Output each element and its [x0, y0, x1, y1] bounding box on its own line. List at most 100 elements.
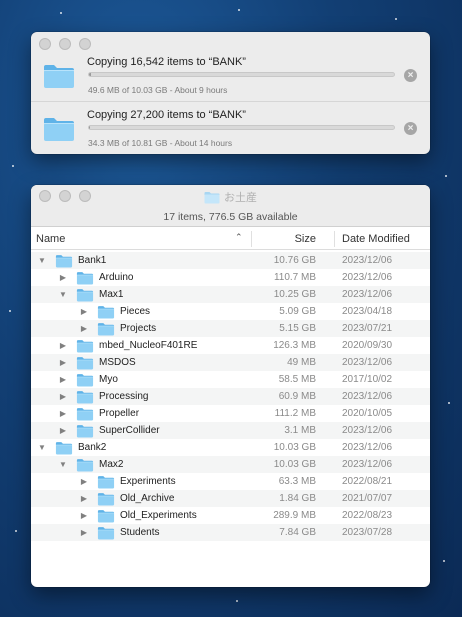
row-size: 126.3 MB — [273, 340, 316, 351]
table-row[interactable]: ▶ Experiments 63.3 MB 2022/08/21 — [31, 473, 430, 490]
table-row[interactable]: ▶ SuperCollider 3.1 MB 2023/12/06 — [31, 422, 430, 439]
table-row[interactable]: ▶ Processing 60.9 MB 2023/12/06 — [31, 388, 430, 405]
column-divider[interactable] — [334, 231, 335, 247]
triangle-right-icon[interactable]: ▶ — [58, 337, 68, 354]
triangle-right-icon[interactable]: ▶ — [79, 303, 89, 320]
triangle-right-icon[interactable]: ▶ — [79, 507, 89, 524]
row-name: Projects — [120, 323, 157, 334]
status-bar: 17 items, 776.5 GB available — [31, 207, 430, 227]
window-title: お土産 — [31, 189, 430, 205]
row-size: 63.3 MB — [278, 476, 316, 487]
row-date: 2022/08/23 — [342, 510, 393, 521]
folder-icon — [44, 118, 74, 141]
column-size[interactable]: Size — [295, 233, 316, 245]
table-row[interactable]: ▼ Max1 10.25 GB 2023/12/06 — [31, 286, 430, 303]
copy-status: 34.3 MB of 10.81 GB - About 14 hours — [88, 138, 233, 148]
triangle-down-icon[interactable]: ▼ — [58, 456, 68, 473]
triangle-right-icon[interactable]: ▶ — [79, 524, 89, 541]
row-date: 2023/12/06 — [342, 391, 393, 402]
copy-title: Copying 27,200 items to “BANK” — [87, 109, 246, 121]
row-date: 2023/12/06 — [342, 255, 393, 266]
row-name: Processing — [99, 391, 149, 402]
table-row[interactable]: ▶ Myo 58.5 MB 2017/10/02 — [31, 371, 430, 388]
table-row[interactable]: ▶ MSDOS 49 MB 2023/12/06 — [31, 354, 430, 371]
row-name: Old_Archive — [120, 493, 175, 504]
row-name: Old_Experiments — [120, 510, 197, 521]
copy-progress-window: Copying 16,542 items to “BANK” 49.6 MB o… — [31, 32, 430, 154]
row-date: 2023/07/28 — [342, 527, 393, 538]
triangle-down-icon[interactable]: ▼ — [37, 439, 47, 456]
triangle-right-icon[interactable]: ▶ — [58, 422, 68, 439]
triangle-right-icon[interactable]: ▶ — [58, 354, 68, 371]
window-controls — [39, 38, 91, 50]
copy-operation: Copying 27,200 items to “BANK” 34.3 MB o… — [31, 103, 430, 154]
row-size: 10.25 GB — [273, 289, 316, 300]
copy-title: Copying 16,542 items to “BANK” — [87, 56, 246, 68]
triangle-right-icon[interactable]: ▶ — [58, 405, 68, 422]
table-row[interactable]: ▶ Pieces 5.09 GB 2023/04/18 — [31, 303, 430, 320]
row-date: 2023/12/06 — [342, 459, 393, 470]
row-date: 2023/12/06 — [342, 272, 393, 283]
triangle-right-icon[interactable]: ▶ — [58, 388, 68, 405]
row-size: 3.1 MB — [284, 425, 316, 436]
row-size: 289.9 MB — [273, 510, 316, 521]
column-header: Name ⌃ Size Date Modified — [31, 228, 430, 250]
column-name[interactable]: Name — [36, 233, 65, 245]
row-date: 2022/08/21 — [342, 476, 393, 487]
copy-status: 49.6 MB of 10.03 GB - About 9 hours — [88, 85, 228, 95]
row-name: Students — [120, 527, 160, 538]
row-name: Max1 — [99, 289, 124, 300]
zoom-window-button[interactable] — [79, 38, 91, 50]
table-row[interactable]: ▶ Projects 5.15 GB 2023/07/21 — [31, 320, 430, 337]
row-date: 2023/12/06 — [342, 442, 393, 453]
triangle-down-icon[interactable]: ▼ — [58, 286, 68, 303]
title-bar[interactable]: お土産 — [31, 185, 430, 207]
stop-icon[interactable]: × — [404, 69, 417, 82]
row-date: 2023/12/06 — [342, 425, 393, 436]
row-name: Experiments — [120, 476, 176, 487]
row-size: 1.84 GB — [279, 493, 316, 504]
table-row[interactable]: ▶ Old_Experiments 289.9 MB 2022/08/23 — [31, 507, 430, 524]
table-row[interactable]: ▶ mbed_NucleoF401RE 126.3 MB 2020/09/30 — [31, 337, 430, 354]
file-list: ▼ Bank1 10.76 GB 2023/12/06 ▶ Arduino 110.7 MB… — [31, 252, 430, 541]
table-row[interactable]: ▶ Propeller 111.2 MB 2020/10/05 — [31, 405, 430, 422]
triangle-right-icon[interactable]: ▶ — [79, 320, 89, 337]
row-name: Max2 — [99, 459, 124, 470]
column-divider[interactable] — [251, 231, 252, 247]
table-row[interactable]: ▼ Bank2 10.03 GB 2023/12/06 — [31, 439, 430, 456]
triangle-down-icon[interactable]: ▼ — [37, 252, 47, 269]
row-name: Pieces — [120, 306, 151, 317]
row-date: 2023/07/21 — [342, 323, 393, 334]
row-size: 10.03 GB — [273, 459, 316, 470]
table-row[interactable]: ▶ Students 7.84 GB 2023/07/28 — [31, 524, 430, 541]
copy-progress-bar — [88, 125, 395, 130]
triangle-right-icon[interactable]: ▶ — [58, 371, 68, 388]
row-date: 2023/12/06 — [342, 357, 393, 368]
triangle-right-icon[interactable]: ▶ — [58, 269, 68, 286]
column-date-modified[interactable]: Date Modified — [342, 233, 410, 245]
triangle-right-icon[interactable]: ▶ — [79, 473, 89, 490]
table-row[interactable]: ▶ Arduino 110.7 MB 2023/12/06 — [31, 269, 430, 286]
chevron-up-icon: ⌃ — [235, 232, 243, 242]
triangle-right-icon[interactable]: ▶ — [79, 490, 89, 507]
table-row[interactable]: ▼ Bank1 10.76 GB 2023/12/06 — [31, 252, 430, 269]
table-row[interactable]: ▼ Max2 10.03 GB 2023/12/06 — [31, 456, 430, 473]
row-date: 2017/10/02 — [342, 374, 393, 385]
table-row[interactable]: ▶ Old_Archive 1.84 GB 2021/07/07 — [31, 490, 430, 507]
finder-window: お土産 17 items, 776.5 GB available Name ⌃ … — [31, 185, 430, 587]
row-date: 2020/09/30 — [342, 340, 393, 351]
row-size: 5.15 GB — [279, 323, 316, 334]
row-size: 58.5 MB — [278, 374, 316, 385]
stop-icon[interactable]: × — [404, 122, 417, 135]
row-size: 10.03 GB — [273, 442, 316, 453]
row-size: 49 MB — [287, 357, 316, 368]
minimize-window-button[interactable] — [59, 38, 71, 50]
row-size: 60.9 MB — [278, 391, 316, 402]
close-window-button[interactable] — [39, 38, 51, 50]
row-name: Arduino — [99, 272, 134, 283]
copy-progress-bar — [88, 72, 395, 77]
row-date: 2020/10/05 — [342, 408, 393, 419]
folder-icon — [44, 65, 74, 88]
row-name: MSDOS — [99, 357, 136, 368]
row-size: 7.84 GB — [279, 527, 316, 538]
